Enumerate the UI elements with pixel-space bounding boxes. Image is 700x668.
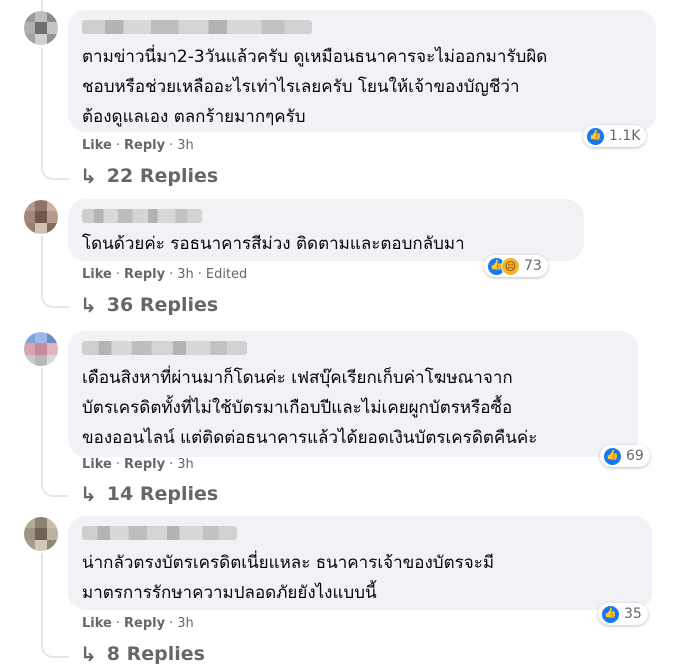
comment-actions: Like · Reply · 3h: [82, 457, 194, 472]
reaction-count: 69: [626, 448, 644, 464]
view-replies-button[interactable]: ↳ 36 Replies: [80, 293, 218, 317]
separator-dot: ·: [115, 457, 120, 472]
view-replies-button[interactable]: ↳ 22 Replies: [80, 164, 218, 188]
reply-link[interactable]: Reply: [124, 138, 165, 153]
replies-label: 36 Replies: [106, 294, 219, 316]
reply-link[interactable]: Reply: [124, 457, 165, 472]
like-link[interactable]: Like: [82, 457, 112, 472]
comment-bubble: เดือนสิงหาที่ผ่านมาก็โดนค่ะ เฟสบุ๊คเรียก…: [68, 331, 638, 457]
comment-actions: Like · Reply · 3h: [82, 616, 194, 631]
comment-time[interactable]: 3h: [177, 616, 194, 631]
separator-dot: ·: [169, 616, 174, 631]
replies-label: 14 Replies: [106, 483, 219, 505]
avatar[interactable]: [24, 332, 58, 366]
replies-label: 22 Replies: [106, 165, 219, 187]
thread-line: [41, 48, 69, 180]
thread-line: [41, 553, 69, 658]
author-name-blurred[interactable]: [82, 209, 202, 223]
separator-dot: ·: [169, 267, 174, 282]
like-icon: 👍: [603, 446, 622, 466]
comment-text: โดนด้วยค่ะ รอธนาคารสีม่วง ติดตามและตอบกล…: [82, 234, 465, 254]
comment-time[interactable]: 3h: [177, 457, 194, 472]
view-replies-button[interactable]: ↳ 14 Replies: [80, 482, 218, 506]
like-link[interactable]: Like: [82, 616, 112, 631]
reply-arrow-icon: ↳: [80, 482, 97, 506]
avatar[interactable]: [24, 517, 58, 551]
reaction-summary[interactable]: 👍 69: [600, 445, 650, 467]
separator-dot: ·: [169, 457, 174, 472]
reply-arrow-icon: ↳: [80, 164, 97, 188]
like-link[interactable]: Like: [82, 267, 112, 282]
reaction-summary[interactable]: 👍 ☹ 73: [484, 255, 548, 277]
avatar[interactable]: [24, 11, 58, 45]
edited-label: Edited: [205, 267, 248, 282]
thread-line: [41, 368, 69, 497]
reaction-count: 73: [524, 258, 542, 274]
comment-text: ตามข่าวนี่มา2-3วันแล้วครับ ดูเหมือนธนาคา…: [82, 47, 548, 127]
author-name-blurred[interactable]: [82, 341, 247, 355]
comment-bubble: น่ากลัวตรงบัตรเครดิตเนี่ยแหละ ธนาคารเจ้า…: [68, 516, 652, 610]
avatar[interactable]: [24, 200, 58, 234]
like-icon: 👍: [586, 126, 605, 146]
reply-link[interactable]: Reply: [124, 267, 165, 282]
like-link[interactable]: Like: [82, 138, 112, 153]
separator-dot: ·: [115, 616, 120, 631]
reaction-count: 1.1K: [609, 128, 641, 144]
comment-time[interactable]: 3h: [177, 138, 194, 153]
like-icon: 👍: [601, 604, 620, 624]
comment-actions: Like · Reply · 3h: [82, 138, 194, 153]
separator-dot: ·: [115, 267, 120, 282]
separator-dot: ·: [197, 267, 202, 282]
comment-text: น่ากลัวตรงบัตรเครดิตเนี่ยแหละ ธนาคารเจ้า…: [82, 553, 495, 603]
reaction-summary[interactable]: 👍 1.1K: [583, 125, 647, 147]
reply-arrow-icon: ↳: [80, 293, 97, 317]
author-name-blurred[interactable]: [82, 526, 237, 540]
comment-text: เดือนสิงหาที่ผ่านมาก็โดนค่ะ เฟสบุ๊คเรียก…: [82, 368, 538, 448]
replies-label: 8 Replies: [106, 643, 205, 665]
sad-icon: ☹: [501, 256, 520, 276]
comment-bubble: ตามข่าวนี่มา2-3วันแล้วครับ ดูเหมือนธนาคา…: [68, 10, 656, 132]
comment-bubble: โดนด้วยค่ะ รอธนาคารสีม่วง ติดตามและตอบกล…: [68, 199, 584, 261]
reaction-summary[interactable]: 👍 35: [598, 603, 648, 625]
separator-dot: ·: [169, 138, 174, 153]
author-name-blurred[interactable]: [82, 20, 312, 34]
reaction-count: 35: [624, 606, 642, 622]
comment-time[interactable]: 3h: [177, 267, 194, 282]
view-replies-button[interactable]: ↳ 8 Replies: [80, 642, 205, 666]
reply-link[interactable]: Reply: [124, 616, 165, 631]
thread-line: [41, 236, 69, 308]
reply-arrow-icon: ↳: [80, 642, 97, 666]
comment-actions: Like · Reply · 3h · Edited: [82, 267, 247, 282]
separator-dot: ·: [115, 138, 120, 153]
